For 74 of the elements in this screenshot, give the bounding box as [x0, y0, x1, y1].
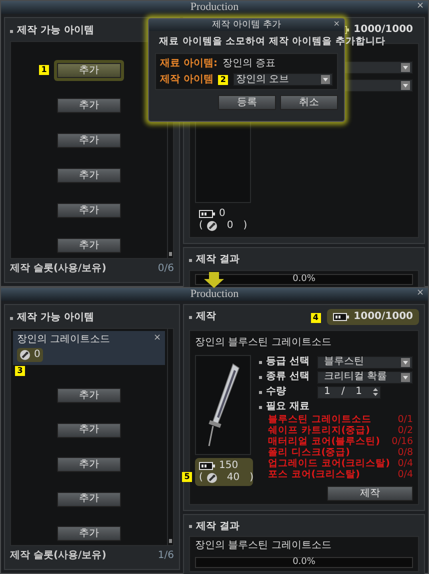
- number-marker: 3: [15, 366, 25, 376]
- section-heading: 제작 결과: [196, 520, 240, 532]
- material-name: 매터리얼 코어(블루스틴): [268, 436, 380, 447]
- material-count: 0/16: [392, 436, 413, 447]
- slot-count: 1/6: [158, 550, 174, 562]
- add-button[interactable]: 추가: [57, 457, 121, 472]
- add-button[interactable]: 추가: [57, 98, 121, 113]
- quantity-field[interactable]: 1 / 1: [317, 386, 381, 398]
- material-count: 0/4: [398, 469, 413, 480]
- item-name: 장인의 블루스틴 그레이트소드: [195, 337, 332, 349]
- close-button[interactable]: ×: [416, 1, 424, 12]
- dialog-button[interactable]: 등록: [218, 95, 276, 110]
- parts-cost: 0: [226, 220, 234, 232]
- dropdown[interactable]: 장인의 오브: [232, 73, 333, 86]
- dropdown[interactable]: 크리티컬 확률: [317, 370, 413, 384]
- energy-cost: 0: [219, 208, 226, 220]
- add-button[interactable]: 추가: [57, 526, 121, 541]
- material-name: 블루스틴 그레이트소드: [268, 414, 372, 425]
- material-name: 쉐이프 카트리지(중급): [268, 425, 370, 436]
- material-count: 0/8: [398, 447, 413, 458]
- energy-cost: 150: [219, 460, 238, 472]
- add-button[interactable]: 추가: [57, 168, 121, 183]
- window-title: Production: [190, 0, 239, 14]
- item-count: 0: [34, 349, 40, 361]
- close-button[interactable]: ×: [153, 333, 161, 344]
- dialog-title: 제작 아이템 추가: [212, 20, 281, 30]
- add-button[interactable]: 추가: [57, 492, 121, 506]
- craft-button[interactable]: 제작: [327, 486, 413, 501]
- parts-cost: 40: [226, 472, 240, 484]
- material-name: 업그레이드 코어(크리스탈): [268, 458, 390, 469]
- section-heading: 제작: [196, 311, 216, 323]
- material-name: 장인의 증표: [222, 58, 276, 70]
- field-label: 제작 아이템: [160, 74, 214, 86]
- option-label: 등급 선택: [266, 356, 310, 368]
- material-name: 포스 코어(크리스탈): [268, 469, 360, 480]
- progress-text: 0.0%: [292, 557, 316, 568]
- parenthesis: ): [243, 220, 248, 232]
- energy-value: 1000/1000: [354, 24, 413, 36]
- material-count: 0/4: [398, 458, 413, 469]
- field-label: 재료 아이템:: [160, 58, 218, 70]
- slot-count: 0/6: [158, 263, 174, 275]
- number-marker: 5: [182, 472, 192, 482]
- energy-value: 1000/1000: [354, 311, 413, 323]
- result-item-name: 장인의 블루스틴 그레이트소드: [195, 540, 332, 552]
- parenthesis: (: [199, 220, 203, 232]
- material-name: 폴리 디스크(중급): [268, 447, 350, 458]
- item-name: 장인의 그레이트소드: [17, 334, 110, 346]
- material-count: 0/1: [398, 414, 413, 425]
- number-marker: 2: [218, 74, 228, 84]
- parenthesis: ): [250, 472, 254, 484]
- slot-label: 제작 슬롯(사용/보유): [10, 550, 106, 562]
- material-count: 0/2: [398, 425, 413, 436]
- dropdown[interactable]: 블루스틴: [317, 356, 413, 368]
- add-button[interactable]: 추가: [57, 203, 121, 218]
- option-label: 수량: [266, 386, 286, 398]
- number-marker: 4: [310, 313, 321, 323]
- dialog-button[interactable]: 취소: [280, 95, 338, 110]
- number-marker: 1: [39, 65, 49, 75]
- section-heading: 제작 가능 아이템: [17, 25, 94, 37]
- add-button[interactable]: 추가: [57, 422, 121, 438]
- section-heading: 제작 결과: [196, 254, 240, 266]
- close-button[interactable]: ×: [416, 288, 424, 299]
- add-button[interactable]: 추가: [57, 133, 121, 148]
- parenthesis: (: [199, 472, 203, 484]
- section-heading: 필요 재료: [266, 401, 310, 413]
- progress-text: 0.0%: [292, 274, 316, 285]
- add-button[interactable]: 추가: [57, 238, 121, 253]
- slot-label: 제작 슬롯(사용/보유): [10, 263, 106, 275]
- window-title: Production: [190, 288, 239, 302]
- add-button[interactable]: 추가: [57, 388, 121, 403]
- section-heading: 제작 가능 아이템: [17, 312, 94, 324]
- add-button[interactable]: 추가: [57, 63, 121, 78]
- option-label: 종류 선택: [266, 371, 310, 383]
- dialog-description: 재료 아이템을 소모하여 제작 아이템을 추가합니다: [159, 36, 386, 48]
